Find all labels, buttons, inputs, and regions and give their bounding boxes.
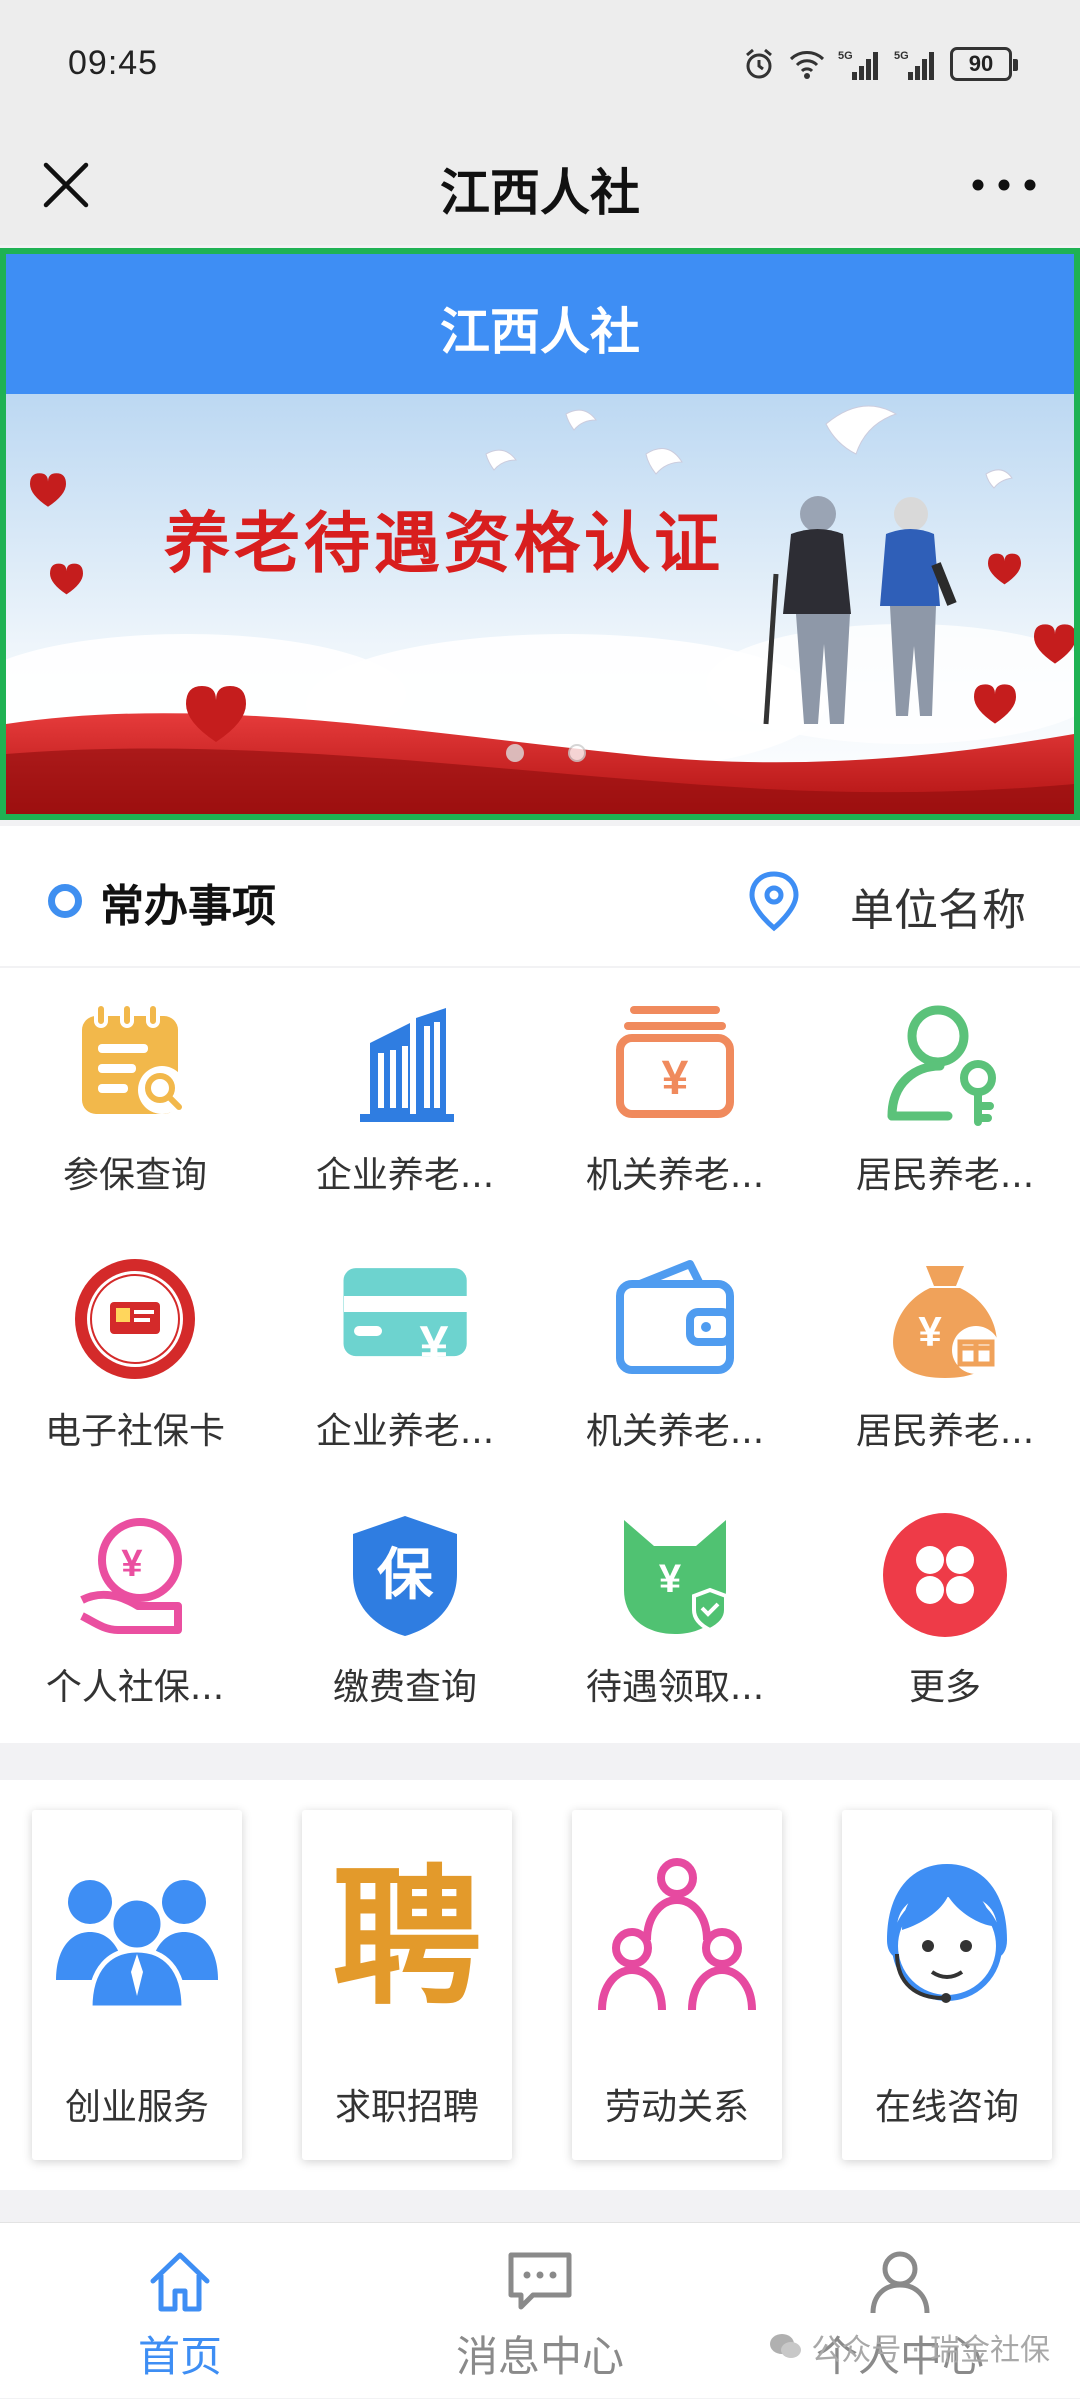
grid-item-personal-social[interactable]: ¥ 个人社保... — [0, 1480, 270, 1736]
message-icon — [508, 2252, 572, 2310]
grid-item-enterprise-pension-2[interactable]: ¥ 企业养老... — [270, 1224, 540, 1480]
card-label: 在线咨询 — [874, 2087, 1019, 2128]
carousel-dots — [506, 744, 586, 762]
grid-item-label: 机关养老... — [585, 1411, 765, 1452]
hand-coin-icon: ¥ — [80, 1518, 182, 1634]
tab-profile[interactable]: 个人中心 — [720, 2223, 1080, 2399]
battery-indicator: 90 — [950, 47, 1018, 81]
grid-item-label: 缴费查询 — [332, 1667, 477, 1708]
section-marker-icon — [48, 884, 82, 918]
location-pin-icon[interactable] — [744, 870, 804, 932]
svg-text:聘: 聘 — [332, 1850, 482, 2020]
section-header: 常办事项 单位名称 — [0, 826, 1080, 966]
document-search-icon — [82, 1002, 186, 1114]
svg-text:¥: ¥ — [918, 1308, 942, 1355]
customer-service-icon — [887, 1864, 1007, 2003]
social-security-card-icon — [75, 1259, 195, 1379]
banner-image[interactable]: 养老待遇资格认证 — [6, 394, 1074, 814]
grid-item-label: 企业养老... — [315, 1155, 495, 1196]
carousel-dot[interactable] — [506, 744, 524, 762]
more-grid-icon — [883, 1513, 1007, 1637]
wallet-icon — [616, 1260, 734, 1374]
team-icon — [56, 1880, 218, 2011]
cat-shield-icon: ¥ — [624, 1520, 728, 1634]
carousel-dot-active[interactable] — [568, 744, 586, 762]
building-icon — [360, 1008, 454, 1122]
status-time: 09:45 — [68, 44, 159, 82]
service-cards: 创业服务 聘 求职招聘 劳动关系 在线咨询 — [0, 1780, 1080, 2190]
grid-item-resident-pension[interactable]: 居民养老... — [810, 968, 1080, 1224]
svg-text:¥: ¥ — [659, 1557, 682, 1601]
grid-item-institution-pension-2[interactable]: 机关养老... — [540, 1224, 810, 1480]
card-labor-relations[interactable]: 劳动关系 — [572, 1810, 782, 2160]
watermark: 公众号 · 瑞金社保 — [769, 2325, 1050, 2369]
card-label: 求职招聘 — [334, 2087, 479, 2128]
signal-icon: 5G — [838, 50, 878, 80]
grid-item-insurance-query[interactable]: 参保查询 — [0, 968, 270, 1224]
grid-item-payment-query[interactable]: 保 缴费查询 — [270, 1480, 540, 1736]
tab-label: 消息中心 — [455, 2332, 624, 2381]
grid-item-benefit-collection[interactable]: ¥ 待遇领取... — [540, 1480, 810, 1736]
bottom-tab-bar: 首页 消息中心 个人中心 — [0, 2222, 1080, 2398]
shield-bao-icon: 保 — [353, 1516, 457, 1636]
nav-bar: 江西人社 — [0, 125, 1080, 245]
watermark-text: 公众号 · 瑞金社保 — [811, 2333, 1050, 2368]
service-grid: 参保查询 企业养老... ¥ 机关养老... 居民养老... 电子社保卡 ¥ 企… — [0, 968, 1080, 1743]
card-entrepreneurship[interactable]: 创业服务 — [32, 1810, 242, 2160]
wechat-icon — [770, 2334, 802, 2358]
tab-label: 首页 — [137, 2332, 222, 2381]
grid-item-label: 居民养老... — [855, 1155, 1035, 1196]
person-key-icon — [887, 1005, 996, 1126]
banner-slogan: 养老待遇资格认证 — [164, 504, 724, 582]
banner-header: 江西人社 — [6, 254, 1074, 394]
grid-item-label: 电子社保卡 — [44, 1411, 225, 1452]
grid-item-resident-pension-2[interactable]: ¥ 居民养老... — [810, 1224, 1080, 1480]
grid-item-label: 机关养老... — [585, 1155, 765, 1196]
grid-item-label: 更多 — [908, 1667, 981, 1708]
wifi-icon — [789, 51, 825, 79]
grid-item-label: 待遇领取... — [585, 1667, 765, 1708]
grid-item-label: 个人社保... — [45, 1667, 225, 1708]
page-title: 江西人社 — [440, 164, 640, 222]
card-recruitment[interactable]: 聘 求职招聘 — [302, 1810, 512, 2160]
tab-home[interactable]: 首页 — [0, 2223, 360, 2399]
alarm-icon — [746, 48, 772, 79]
card-online-consult[interactable]: 在线咨询 — [842, 1810, 1052, 2160]
status-icons: 5G 5G 90 — [742, 44, 1018, 84]
grid-item-label: 企业养老... — [315, 1411, 495, 1452]
location-label[interactable]: 单位名称 — [850, 874, 1026, 938]
grid-item-label: 居民养老... — [855, 1411, 1035, 1452]
signal-icon-2: 5G — [894, 50, 934, 80]
person-icon — [870, 2251, 930, 2314]
banner[interactable]: 江西人社 养老待遇资格认证 — [0, 248, 1080, 820]
recruit-icon: 聘 — [332, 1850, 482, 2020]
grid-item-label: 参保查询 — [62, 1155, 207, 1196]
svg-text:¥: ¥ — [420, 1316, 449, 1374]
more-icon[interactable] — [964, 155, 1044, 215]
grid-item-e-social-card[interactable]: 电子社保卡 — [0, 1224, 270, 1480]
svg-text:¥: ¥ — [121, 1543, 142, 1585]
status-bar: 09:45 5G 5G 90 — [0, 0, 1080, 125]
svg-text:¥: ¥ — [662, 1052, 689, 1105]
card-label: 劳动关系 — [604, 2087, 749, 2128]
section-title: 常办事项 — [100, 881, 276, 932]
yuan-box-icon: ¥ — [616, 1006, 734, 1118]
banner-header-title: 江西人社 — [440, 303, 640, 361]
svg-text:保: 保 — [377, 1543, 434, 1608]
yuan-card-icon: ¥ — [343, 1268, 468, 1374]
tab-messages[interactable]: 消息中心 — [360, 2223, 720, 2399]
money-bag-icon: ¥ — [893, 1266, 1000, 1378]
grid-item-more[interactable]: 更多 — [810, 1480, 1080, 1736]
svg-text:5G: 5G — [894, 50, 909, 62]
people-network-icon — [598, 1858, 756, 2011]
grid-item-institution-pension[interactable]: ¥ 机关养老... — [540, 968, 810, 1224]
card-label: 创业服务 — [64, 2087, 209, 2128]
home-icon — [150, 2252, 210, 2312]
grid-item-enterprise-pension[interactable]: 企业养老... — [270, 968, 540, 1224]
svg-text:5G: 5G — [838, 50, 853, 62]
